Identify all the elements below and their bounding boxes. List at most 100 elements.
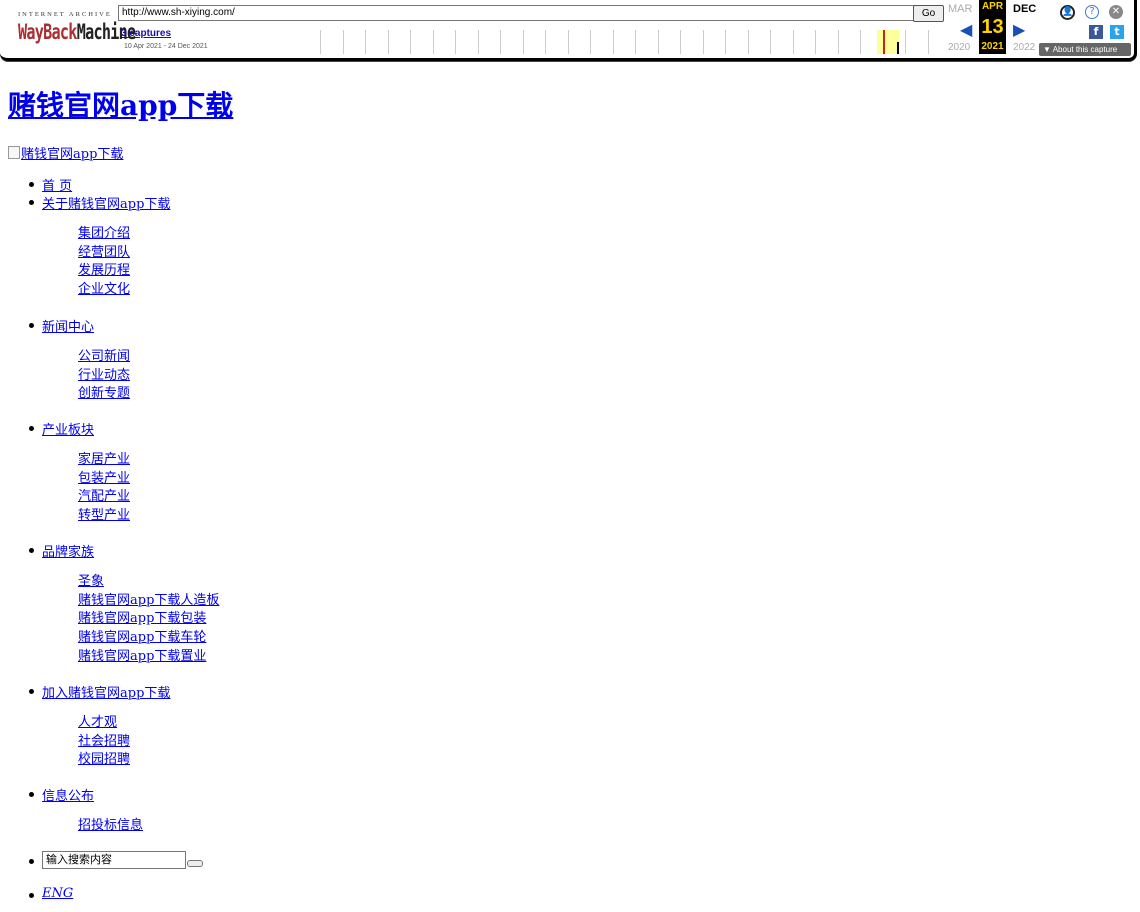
submenu-link[interactable]: 赌钱官网app下载车轮	[78, 630, 206, 645]
twitter-icon[interactable]: t	[1110, 25, 1124, 39]
submenu-link[interactable]: 行业动态	[78, 368, 130, 383]
nav-link-info[interactable]: 信息公布	[42, 785, 94, 804]
submenu-link[interactable]: 经营团队	[78, 245, 130, 260]
submenu-link[interactable]: 发展历程	[78, 263, 130, 278]
sparkline-tick	[522, 30, 524, 54]
wayback-logo-caption: INTERNET ARCHIVE	[18, 11, 112, 18]
wayback-sparkline-highlight	[877, 30, 899, 54]
sparkline-tick	[770, 30, 771, 54]
submenu-link[interactable]: 集团介绍	[78, 226, 130, 241]
submenu-about: 集团介绍 经营团队 发展历程 企业文化	[78, 225, 130, 300]
sparkline-tick	[342, 30, 344, 54]
search-button[interactable]	[187, 860, 203, 867]
about-capture-button[interactable]: ▼ About this capture	[1039, 43, 1131, 56]
sparkline-tick	[320, 30, 321, 54]
sparkline-tick	[455, 30, 456, 54]
nav-link-home[interactable]: 首 页	[42, 175, 72, 194]
submenu-industry: 家居产业 包装产业 汽配产业 转型产业	[78, 451, 130, 526]
bullet-icon	[29, 323, 34, 328]
submenu-item: 发展历程	[78, 262, 130, 281]
submenu-link[interactable]: 赌钱官网app下载人造板	[78, 593, 219, 608]
submenu-item: 汽配产业	[78, 488, 130, 507]
language-switch-eng[interactable]: ENG	[42, 886, 73, 901]
user-icon[interactable]: 👤	[1060, 5, 1075, 20]
sparkline-tick	[477, 30, 479, 54]
wayback-next-month[interactable]: DEC	[1013, 3, 1036, 15]
submenu-link[interactable]: 企业文化	[78, 282, 130, 297]
sparkline-tick	[747, 30, 749, 54]
submenu-link[interactable]: 转型产业	[78, 508, 130, 523]
submenu-item: 赌钱官网app下载车轮	[78, 629, 219, 648]
submenu-link[interactable]: 包装产业	[78, 471, 130, 486]
submenu-link[interactable]: 校园招聘	[78, 752, 130, 767]
help-icon[interactable]: ?	[1085, 5, 1099, 19]
wayback-prev-month[interactable]: MAR	[948, 3, 972, 15]
wayback-current-day: 13	[979, 14, 1006, 40]
submenu-item: 招投标信息	[78, 817, 143, 836]
sparkline-tick	[860, 30, 861, 54]
wayback-prev-arrow-icon[interactable]: ◀	[960, 20, 972, 40]
sparkline-tick	[635, 30, 636, 54]
bullet-icon	[29, 792, 34, 797]
sparkline-tick	[365, 30, 366, 54]
close-icon[interactable]: ✕	[1109, 5, 1123, 19]
sparkline-tick	[410, 30, 411, 54]
caret-down-icon: ▼	[1043, 45, 1053, 54]
submenu-link[interactable]: 赌钱官网app下载置业	[78, 649, 206, 664]
nav-link-about[interactable]: 关于赌钱官网app下载	[42, 193, 170, 212]
nav-link-news[interactable]: 新闻中心	[42, 316, 94, 335]
submenu-link[interactable]: 创新专题	[78, 386, 130, 401]
wayback-go-button[interactable]: Go	[913, 5, 944, 22]
wayback-logo-way: WayBack	[18, 20, 77, 44]
wayback-prev-year[interactable]: 2020	[948, 42, 970, 53]
submenu-item: 赌钱官网app下载人造板	[78, 592, 219, 611]
search-input[interactable]: 输入搜索内容	[42, 851, 186, 869]
wayback-sparkline[interactable]	[320, 30, 945, 54]
site-logo[interactable]: 赌钱官网app下载	[8, 143, 123, 162]
nav-link-join[interactable]: 加入赌钱官网app下载	[42, 682, 170, 701]
page-title-link[interactable]: 赌钱官网app下载	[8, 89, 233, 122]
facebook-icon[interactable]: f	[1089, 25, 1103, 39]
submenu-item: 圣象	[78, 573, 219, 592]
sparkline-tick	[725, 30, 726, 54]
submenu-link[interactable]: 招投标信息	[78, 818, 143, 833]
wayback-capture-range: 10 Apr 2021 - 24 Dec 2021	[124, 43, 208, 50]
submenu-info: 招投标信息	[78, 817, 143, 836]
sparkline-tick	[905, 30, 906, 54]
submenu-item: 人才观	[78, 714, 130, 733]
submenu-item: 创新专题	[78, 385, 130, 404]
submenu-link[interactable]: 人才观	[78, 715, 117, 730]
site-logo-alt-link[interactable]: 赌钱官网app下载	[21, 147, 123, 162]
sparkline-tick	[680, 30, 681, 54]
bullet-icon	[29, 548, 34, 553]
submenu-item: 公司新闻	[78, 348, 130, 367]
submenu-item: 包装产业	[78, 470, 130, 489]
sparkline-tick	[702, 30, 704, 54]
wayback-next-arrow-icon[interactable]: ▶	[1013, 20, 1025, 40]
submenu-link[interactable]: 赌钱官网app下载包装	[78, 611, 206, 626]
submenu-link[interactable]: 社会招聘	[78, 734, 130, 749]
submenu-item: 赌钱官网app下载包装	[78, 610, 219, 629]
wayback-toolbar: INTERNET ARCHIVE WayBackMachine http://w…	[0, 0, 1137, 61]
nav-link-industry[interactable]: 产业板块	[42, 419, 94, 438]
sparkline-tick	[815, 30, 816, 54]
sparkline-tick	[545, 30, 546, 54]
wayback-captures-link[interactable]: 3 captures	[121, 28, 171, 39]
wayback-current-year: 2021	[979, 40, 1006, 54]
submenu-link[interactable]: 公司新闻	[78, 349, 130, 364]
nav-link-brands[interactable]: 品牌家族	[42, 541, 94, 560]
submenu-link[interactable]: 家居产业	[78, 452, 130, 467]
wayback-next-year[interactable]: 2022	[1013, 42, 1035, 53]
sparkline-tick	[927, 30, 929, 54]
sparkline-tick	[432, 30, 434, 54]
submenu-news: 公司新闻 行业动态 创新专题	[78, 348, 130, 404]
submenu-link[interactable]: 圣象	[78, 574, 104, 589]
wayback-sparkline-current-marker	[883, 30, 885, 54]
wayback-logo[interactable]: WayBackMachine	[18, 20, 136, 44]
sparkline-tick	[387, 30, 389, 54]
submenu-join: 人才观 社会招聘 校园招聘	[78, 714, 130, 770]
submenu-link[interactable]: 汽配产业	[78, 489, 130, 504]
sparkline-tick	[590, 30, 591, 54]
bullet-icon	[29, 200, 34, 205]
wayback-url-input[interactable]: http://www.sh-xiying.com/	[118, 5, 916, 21]
